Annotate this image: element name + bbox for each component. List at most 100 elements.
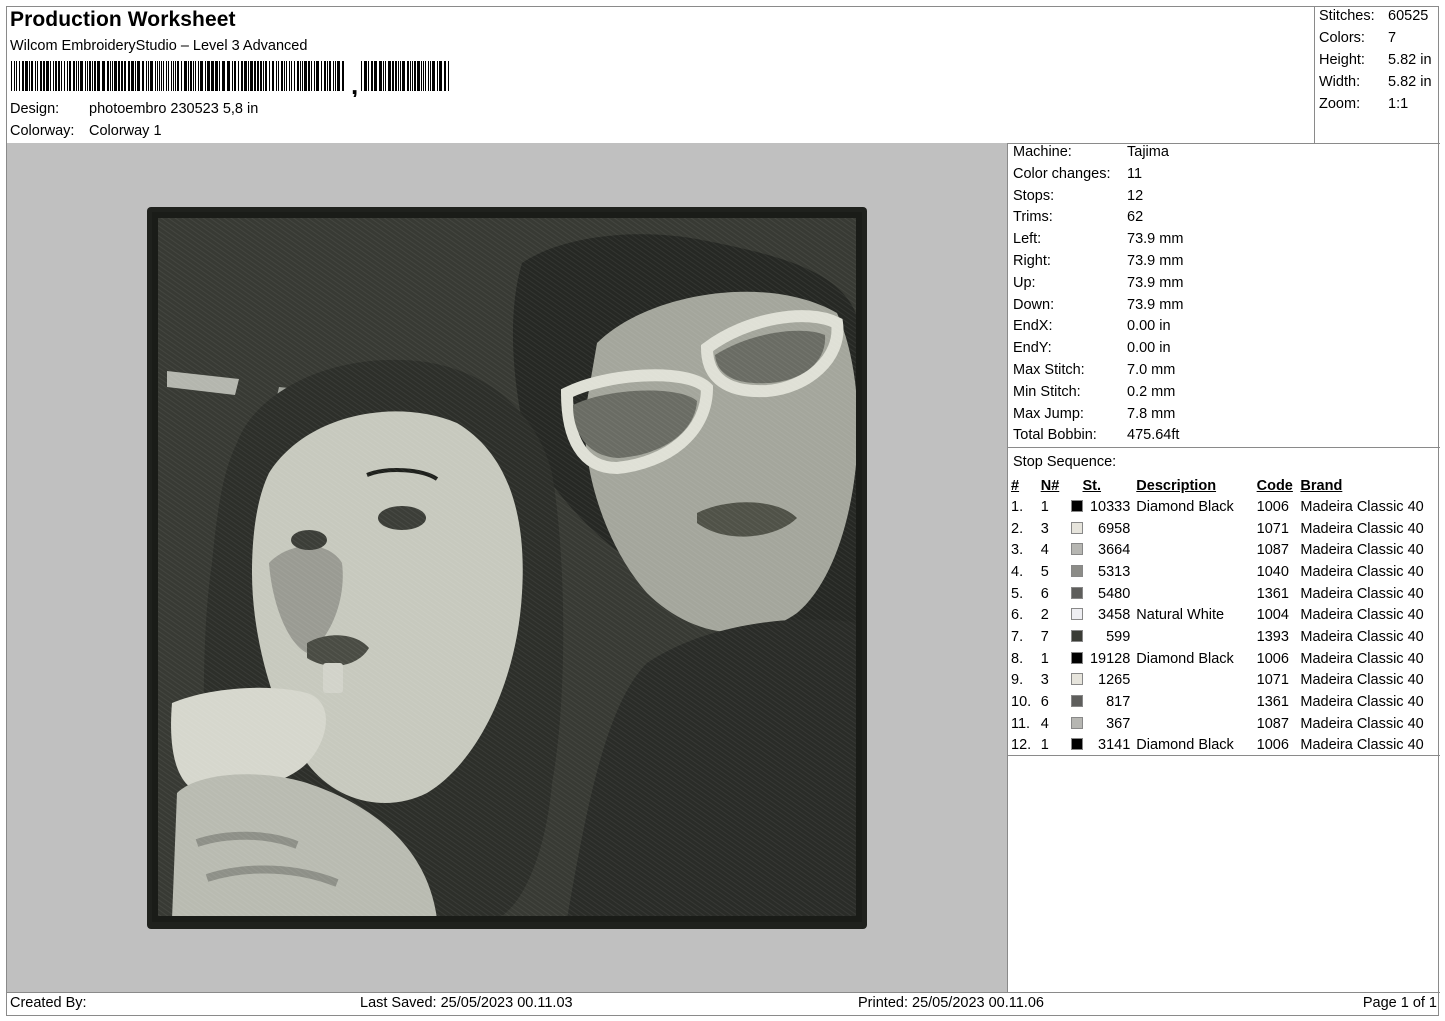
stat-colors: Colors: 7 xyxy=(1319,30,1397,46)
row-needle: 5 xyxy=(1040,563,1049,580)
row-description: Natural White xyxy=(1136,607,1225,624)
row-code: 1087 xyxy=(1256,542,1289,559)
row-description xyxy=(1136,561,1256,583)
machine-row-label: Right: xyxy=(1013,253,1051,269)
page-number: Page 1 of 1 xyxy=(1362,995,1437,1011)
row-swatch xyxy=(1067,648,1083,670)
row-index: 4. xyxy=(1011,563,1024,580)
design-row: Design: photoembro 230523 5,8 in xyxy=(10,101,258,117)
worksheet-title: Production Worksheet xyxy=(10,8,236,31)
row-index: 6. xyxy=(1011,607,1024,624)
row-stitches: 6958 xyxy=(1098,520,1131,537)
stat-stitches: Stitches: 60525 xyxy=(1319,8,1429,24)
table-row: 8. 1 19128 Diamond Black 1006 Madeira Classic… xyxy=(1011,648,1440,670)
machine-row: EndY: 0.00 in xyxy=(1013,340,1171,356)
row-description xyxy=(1136,670,1256,692)
row-index: 5. xyxy=(1011,585,1024,602)
machine-row-label: Max Jump: xyxy=(1013,405,1084,422)
colorway-label: Colorway: xyxy=(10,123,75,139)
row-needle: 4 xyxy=(1040,542,1049,559)
row-stitches: 599 xyxy=(1106,628,1131,645)
row-needle: 1 xyxy=(1040,737,1049,754)
row-needle: 6 xyxy=(1040,694,1049,711)
table-row: 7. 7 599 1393 Madeira Classic 40 xyxy=(1011,626,1440,648)
row-needle: 7 xyxy=(1040,628,1049,645)
machine-info-panel: Stop Sequence: # N# St. Description Code… xyxy=(1008,143,1440,992)
machine-row-label: EndX: xyxy=(1013,318,1053,335)
row-brand: Madeira Classic 40 xyxy=(1300,628,1424,645)
machine-row-label: Max Stitch: xyxy=(1013,362,1085,378)
row-index: 8. xyxy=(1011,650,1024,667)
machine-row-value: 7.8 mm xyxy=(1127,405,1176,422)
row-description xyxy=(1136,691,1256,713)
machine-row-label: Up: xyxy=(1013,274,1036,291)
info-divider xyxy=(1008,447,1440,448)
embroidery-patch-image xyxy=(147,207,867,929)
machine-row-label: Min Stitch: xyxy=(1013,383,1081,400)
software-name: Wilcom EmbroideryStudio – Level 3 Advanc… xyxy=(10,38,308,54)
machine-row-value: 73.9 mm xyxy=(1127,253,1184,269)
row-needle: 1 xyxy=(1040,650,1049,667)
production-worksheet: Production Worksheet Wilcom EmbroiderySt… xyxy=(6,6,1440,1017)
row-swatch xyxy=(1067,496,1083,518)
machine-row: Total Bobbin: 475.64ft xyxy=(1013,427,1179,443)
machine-row-label: Color changes: xyxy=(1013,165,1111,182)
col-brand: Brand xyxy=(1300,477,1343,494)
row-code: 1071 xyxy=(1256,672,1289,689)
row-swatch xyxy=(1067,626,1083,648)
color-swatch xyxy=(1070,564,1083,577)
row-swatch xyxy=(1067,583,1083,605)
row-swatch xyxy=(1067,670,1083,692)
row-description xyxy=(1136,518,1256,540)
row-swatch xyxy=(1067,518,1083,540)
row-needle: 3 xyxy=(1040,672,1049,689)
machine-row: Down: 73.9 mm xyxy=(1013,297,1183,313)
design-label: Design: xyxy=(10,101,60,117)
row-code: 1361 xyxy=(1256,694,1289,711)
table-row: 12. 1 3141 Diamond Black 1006 Madeira Classic… xyxy=(1011,735,1440,757)
stat-width: Width: 5.82 in xyxy=(1319,74,1432,90)
row-description xyxy=(1136,583,1256,605)
stat-height: Height: 5.82 in xyxy=(1319,52,1432,68)
row-brand: Madeira Classic 40 xyxy=(1300,650,1424,667)
machine-row-value: 7.0 mm xyxy=(1127,362,1176,378)
worksheet-header: Production Worksheet Wilcom EmbroiderySt… xyxy=(7,7,1314,143)
table-row: 6. 2 3458 Natural White 1004 Madeira Classic … xyxy=(1011,604,1440,626)
row-brand: Madeira Classic 40 xyxy=(1300,542,1424,559)
machine-row: Left: 73.9 mm xyxy=(1013,231,1183,247)
table-row: 3. 4 3664 1087 Madeira Classic 40 xyxy=(1011,539,1440,561)
row-stitches: 3141 xyxy=(1098,737,1131,754)
machine-row-label: Total Bobbin: xyxy=(1013,427,1097,444)
col-needle: N# xyxy=(1040,477,1060,494)
stat-zoom: Zoom: 1:1 xyxy=(1319,96,1409,112)
row-description: Diamond Black xyxy=(1136,650,1234,667)
machine-row: EndX: 0.00 in xyxy=(1013,318,1171,334)
machine-row: Right: 73.9 mm xyxy=(1013,253,1183,269)
row-code: 1071 xyxy=(1256,520,1289,537)
color-swatch xyxy=(1070,738,1083,751)
machine-row-label: Down: xyxy=(1013,296,1055,313)
created-by: Created By: xyxy=(10,995,87,1011)
row-brand: Madeira Classic 40 xyxy=(1300,498,1424,515)
color-swatch xyxy=(1070,695,1083,708)
color-swatch xyxy=(1070,521,1083,534)
col-stitches: St. xyxy=(1082,477,1102,494)
machine-row-label: EndY: xyxy=(1013,340,1052,357)
col-swatch xyxy=(1067,475,1083,496)
machine-row: Color changes: 11 xyxy=(1013,166,1142,182)
color-swatch xyxy=(1070,716,1083,729)
row-code: 1006 xyxy=(1256,737,1289,754)
row-brand: Madeira Classic 40 xyxy=(1300,585,1424,602)
worksheet-footer: Created By: Last Saved: 25/05/2023 00.11… xyxy=(7,993,1440,1017)
row-stitches: 5313 xyxy=(1098,563,1131,580)
machine-row-value: 73.9 mm xyxy=(1127,231,1184,248)
last-saved: Last Saved: 25/05/2023 00.11.03 xyxy=(360,995,573,1011)
row-code: 1040 xyxy=(1256,563,1289,580)
color-swatch xyxy=(1070,543,1083,556)
row-needle: 6 xyxy=(1040,585,1049,602)
row-code: 1361 xyxy=(1256,585,1289,602)
row-needle: 1 xyxy=(1040,498,1049,515)
colorway-value: Colorway 1 xyxy=(89,123,162,139)
barcode-image: , xyxy=(11,61,449,97)
row-description: Diamond Black xyxy=(1136,498,1234,515)
